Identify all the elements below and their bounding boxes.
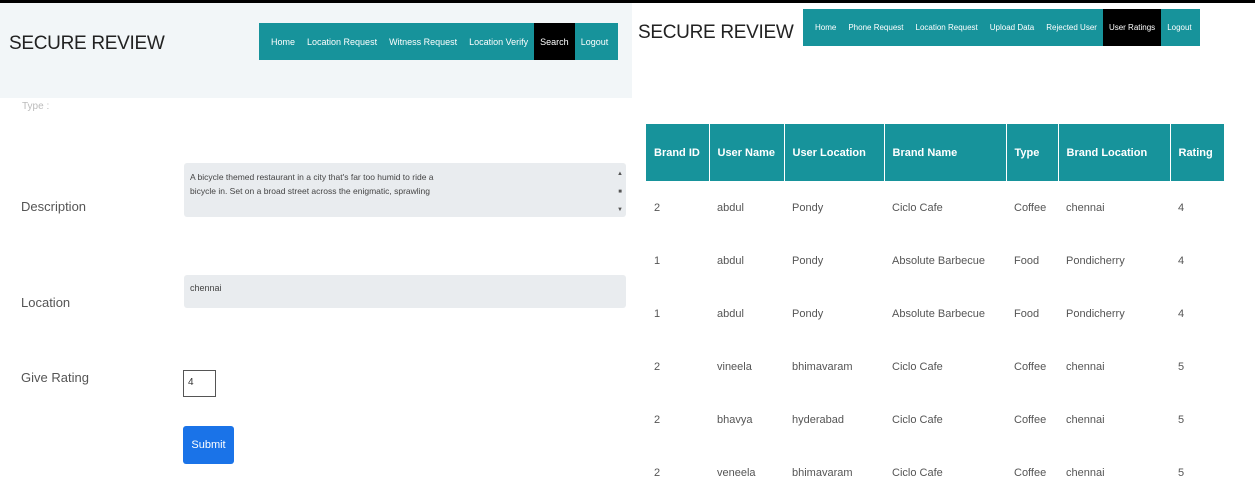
brand-logo: SECURE REVIEW (638, 22, 794, 43)
cell-rating: 5 (1178, 413, 1185, 426)
cell-user-name: abdul (717, 201, 744, 214)
brand-logo: SECURE REVIEW (9, 33, 165, 54)
cell-brand-location: chennai (1066, 466, 1105, 479)
cell-brand-id: 1 (654, 254, 661, 267)
submit-button[interactable]: Submit (183, 426, 234, 464)
scroll-up-icon[interactable]: ▲ (617, 167, 623, 181)
table-row: 2 bhavya hyderabad Ciclo Cafe Coffee chennai 5 (646, 393, 1224, 446)
cell-user-location: bhimavaram (792, 466, 853, 479)
cell-user-name: vineela (717, 360, 752, 373)
nav-witness-request[interactable]: Witness Request (383, 23, 463, 60)
cell-brand-name: Ciclo Cafe (892, 466, 943, 479)
cell-brand-id: 2 (654, 466, 661, 479)
nav-user-ratings[interactable]: User Ratings (1102, 9, 1162, 46)
cell-brand-id: 2 (654, 360, 661, 373)
cell-user-location: Pondy (792, 254, 824, 267)
nav-location-request[interactable]: Location Request (910, 9, 984, 46)
scroll-down-icon[interactable]: ▼ (617, 203, 623, 217)
table-header-row: Brand ID User Name User Location Brand N… (646, 124, 1224, 181)
nav-logout[interactable]: Logout (575, 23, 615, 60)
cell-user-location: Pondy (792, 307, 824, 320)
cell-brand-name: Ciclo Cafe (892, 413, 943, 426)
description-field[interactable]: A bicycle themed restaurant in a city th… (184, 163, 626, 217)
cell-brand-name: Ciclo Cafe (892, 360, 943, 373)
nav-logout[interactable]: Logout (1161, 9, 1197, 46)
cell-brand-id: 1 (654, 307, 661, 320)
nav-upload-data[interactable]: Upload Data (984, 9, 1040, 46)
nav-location-verify[interactable]: Location Verify (463, 23, 534, 60)
cell-user-name: veneela (717, 466, 756, 479)
cell-brand-location: chennai (1066, 360, 1105, 373)
cell-brand-location: chennai (1066, 201, 1105, 214)
cell-rating: 5 (1178, 466, 1185, 479)
cell-user-location: bhimavaram (792, 360, 853, 373)
left-panel: SECURE REVIEW Home Location Request Witn… (0, 3, 632, 481)
cell-brand-location: Pondicherry (1066, 254, 1125, 267)
cell-type: Coffee (1014, 413, 1047, 426)
table-row: 2 abdul Pondy Ciclo Cafe Coffee chennai 4 (646, 181, 1224, 234)
cell-type: Coffee (1014, 201, 1047, 214)
col-user-location: User Location (783, 124, 884, 181)
nav-home[interactable]: Home (265, 23, 301, 60)
nav-rejected-user[interactable]: Rejected User (1040, 9, 1103, 46)
description-label: Description (21, 199, 87, 214)
left-navbar: Home Location Request Witness Request Lo… (259, 23, 619, 60)
cell-user-name: abdul (717, 307, 744, 320)
right-navbar: Home Phone Request Location Request Uplo… (803, 9, 1200, 46)
cell-brand-name: Ciclo Cafe (892, 201, 943, 214)
location-field[interactable]: chennai (184, 275, 626, 308)
cell-type: Food (1014, 254, 1040, 267)
description-line-2: bicycle in. Set on a broad street across… (190, 186, 431, 196)
cell-type: Coffee (1014, 466, 1047, 479)
cell-user-location: Pondy (792, 201, 824, 214)
col-user-name: User Name (708, 124, 784, 181)
cell-rating: 4 (1178, 201, 1185, 214)
table-row: 1 abdul Pondy Absolute Barbecue Food Pondiche… (646, 287, 1224, 340)
nav-search[interactable]: Search (534, 23, 575, 60)
cell-user-name: bhavya (717, 413, 753, 426)
cell-brand-location: chennai (1066, 413, 1105, 426)
cell-brand-name: Absolute Barbecue (892, 307, 985, 320)
cell-brand-id: 2 (654, 201, 661, 214)
scroll-thumb[interactable]: ■ (618, 185, 622, 199)
cell-brand-id: 2 (654, 413, 661, 426)
cell-brand-location: Pondicherry (1066, 307, 1125, 320)
user-ratings-table: Brand ID User Name User Location Brand N… (646, 124, 1224, 481)
cell-type: Food (1014, 307, 1040, 320)
cell-brand-name: Absolute Barbecue (892, 254, 985, 267)
cell-rating: 4 (1178, 307, 1185, 320)
table-row: 2 vineela bhimavaram Ciclo Cafe Coffee chenna… (646, 340, 1224, 393)
left-header: SECURE REVIEW Home Location Request Witn… (0, 3, 632, 98)
col-rating: Rating (1169, 124, 1224, 181)
col-brand-id: Brand ID (646, 124, 709, 181)
table-row: 2 veneela bhimavaram Ciclo Cafe Coffee chenna… (646, 446, 1224, 481)
type-label: Type : (22, 101, 50, 112)
table-row: 1 abdul Pondy Absolute Barbecue Food Pondiche… (646, 234, 1224, 287)
description-line-1: A bicycle themed restaurant in a city th… (190, 172, 434, 182)
col-brand-name: Brand Name (883, 124, 1006, 181)
rating-input[interactable]: 4 (183, 370, 216, 397)
col-type: Type (1005, 124, 1058, 181)
cell-rating: 4 (1178, 254, 1185, 267)
cell-type: Coffee (1014, 360, 1047, 373)
cell-user-location: hyderabad (792, 413, 844, 426)
nav-phone-request[interactable]: Phone Request (842, 9, 909, 46)
nav-home[interactable]: Home (809, 9, 842, 46)
cell-rating: 5 (1178, 360, 1185, 373)
col-brand-location: Brand Location (1057, 124, 1170, 181)
right-panel: SECURE REVIEW Home Phone Request Locatio… (632, 3, 1255, 481)
nav-location-request[interactable]: Location Request (301, 23, 383, 60)
location-label: Location (21, 295, 71, 310)
textarea-scrollbar[interactable]: ▲ ■ ▼ (617, 167, 623, 217)
rating-label: Give Rating (21, 370, 89, 385)
cell-user-name: abdul (717, 254, 744, 267)
